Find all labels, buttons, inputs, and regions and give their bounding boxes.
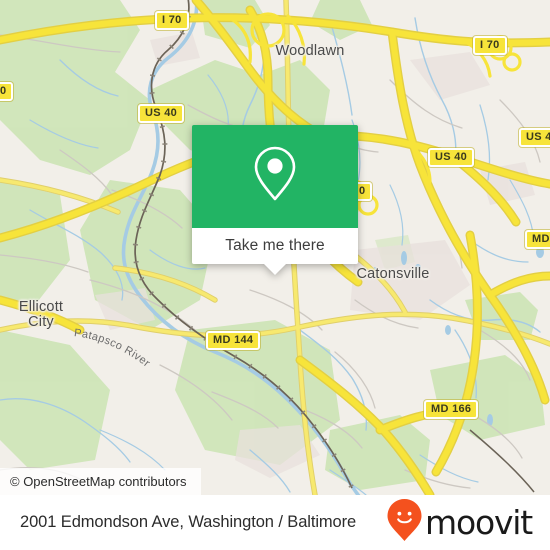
popup-footer[interactable]: Take me there [192,228,358,275]
map-canvas[interactable]: Patapsco River Woodlawn Catonsville Elli… [0,0,550,495]
shield-md-144: MD 144 [206,331,261,350]
map-attribution[interactable]: © OpenStreetMap contributors [0,468,201,495]
location-popup-card[interactable]: Take me there [192,125,358,275]
shield-us-40-west: US 40 [138,104,185,123]
shield-us-40-center: US 40 [428,148,475,167]
place-label-catonsville: Catonsville [356,266,430,282]
place-label-ellicott-city: Ellicott City [0,300,82,330]
moovit-logo[interactable]: moovit [386,498,533,547]
shield-clipped-left: 0 [0,82,14,101]
popup-header [192,125,358,228]
place-label-line-2: City [28,314,54,330]
shield-i-70-east: I 70 [473,36,507,55]
bottom-bar: 2001 Edmondson Ave, Washington / Baltimo… [0,495,550,550]
moovit-pin-icon [386,498,423,547]
map-pin-icon [252,145,298,208]
moovit-wordmark: moovit [425,503,533,542]
shield-i-70-west: I 70 [155,11,189,30]
take-me-there-label: Take me there [225,237,325,254]
place-label-line-1: Ellicott [18,299,64,315]
shield-us-40-east: US 40 [519,128,550,147]
place-label-woodlawn: Woodlawn [275,43,345,59]
shield-md-clipped-right: MD [525,230,550,249]
popup-pointer [264,264,286,275]
attribution-text: © OpenStreetMap contributors [10,474,187,489]
shield-md-166: MD 166 [424,400,479,419]
address-label: 2001 Edmondson Ave, Washington / Baltimo… [20,513,357,531]
